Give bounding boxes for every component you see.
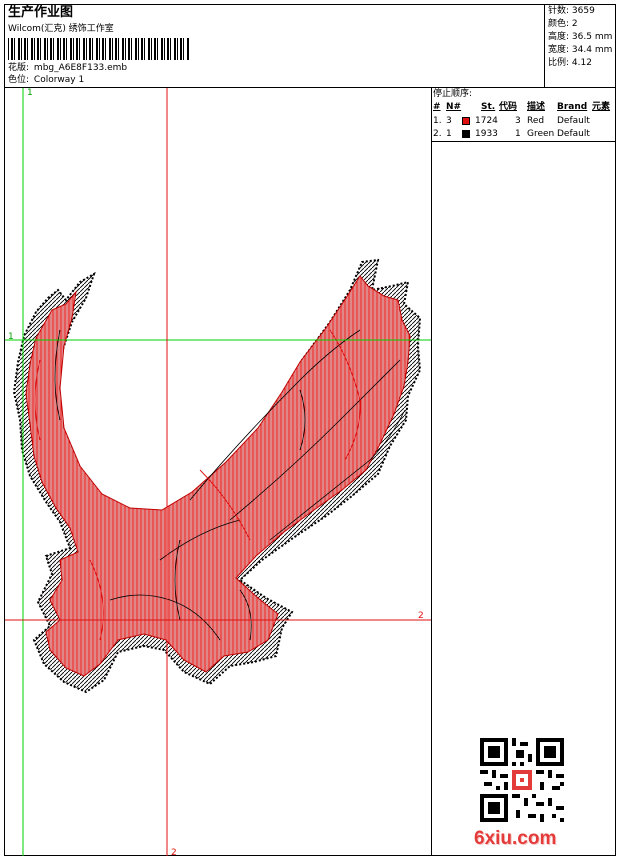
guide-label-h1: 1: [8, 332, 14, 342]
eagle-design: [12, 258, 422, 694]
guide-label-h2: 2: [418, 611, 424, 621]
embroidery-preview: [5, 88, 431, 856]
watermark-logo: 6xiu.com: [474, 828, 557, 849]
qr-code: [480, 738, 564, 822]
guide-label-v2: 2: [171, 848, 177, 858]
eagle-body-fill: [25, 275, 411, 677]
guide-label-v1: 1: [27, 88, 33, 98]
